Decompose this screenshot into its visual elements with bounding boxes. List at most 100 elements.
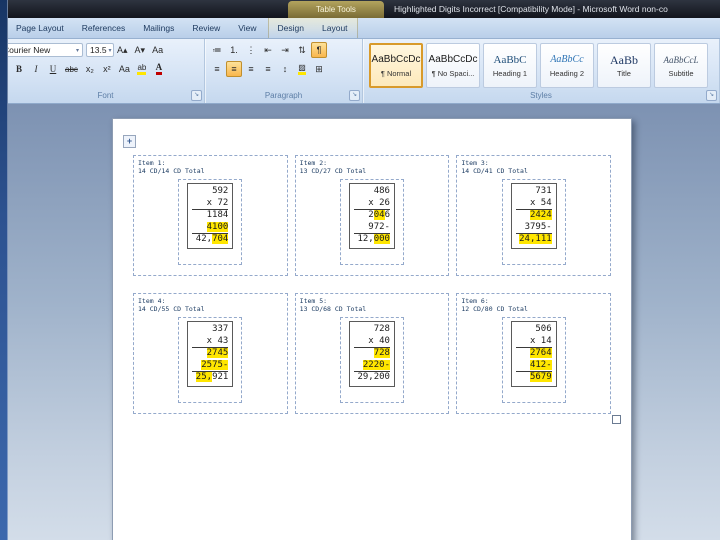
justify-button[interactable]: ≡ (260, 61, 276, 77)
highlighted-digits: 412- (529, 359, 552, 370)
subscript-button[interactable]: x₂ (82, 61, 98, 77)
worksheet-cell-2[interactable]: Item 2: 13 CD/27 CD Total 486 x 26 2046 972- 1… (294, 155, 450, 276)
tab-page-layout[interactable]: Page Layout (7, 18, 73, 38)
digits: 592 (212, 186, 229, 196)
problem-line: 2424 (516, 210, 552, 222)
align-left-button[interactable]: ≡ (209, 61, 225, 77)
sort-icon: ⇅ (298, 44, 306, 55)
window-title: Highlighted Digits Incorrect [Compatibil… (394, 4, 668, 14)
problem-line: 412- (515, 359, 552, 372)
italic-button[interactable]: I (28, 61, 44, 77)
change-case-button[interactable]: Aa (116, 61, 133, 77)
align-right-button[interactable]: ≡ (243, 61, 259, 77)
table-move-handle-icon[interactable]: + (123, 135, 136, 148)
multilevel-list-button[interactable]: ⋮ (243, 42, 259, 58)
problem-line: 24,111 (516, 234, 552, 246)
worksheet-cell-5[interactable]: Item 5: 13 CD/68 CD Total 728 x 40 728 2220- 2… (294, 293, 450, 414)
text-highlight-color-button[interactable]: ab (134, 61, 150, 77)
multiplication-problem[interactable]: 731 x 54 2424 3795- 24,111 (510, 183, 557, 249)
style-normal[interactable]: AaBbCcDc ¶ Normal (369, 43, 423, 88)
digits: 337 (212, 324, 229, 334)
tab-review[interactable]: Review (183, 18, 229, 38)
grow-font-button[interactable]: A▴ (114, 42, 131, 58)
worksheet-cell-4[interactable]: Item 4: 14 CD/55 CD Total 337 x 43 2745 2575-… (133, 293, 288, 414)
underline-button[interactable]: U (45, 61, 61, 77)
item-label: Item 3: (461, 159, 489, 167)
tab-view[interactable]: View (229, 18, 265, 38)
sort-button[interactable]: ⇅ (294, 42, 310, 58)
style-name: Subtitle (668, 68, 694, 78)
item-subtitle: 14 CD/55 CD Total (138, 305, 205, 313)
style-no-spaci[interactable]: AaBbCcDc ¶ No Spaci... (426, 43, 480, 88)
tab-design[interactable]: Design (269, 18, 313, 38)
worksheet-cell-3[interactable]: Item 3: 14 CD/41 CD Total 731 x 54 2424 3795-… (456, 155, 611, 276)
bold-button[interactable]: B (11, 61, 27, 77)
problem-line: x 43 (192, 335, 229, 348)
worksheet-cell-6[interactable]: Item 6: 12 CD/80 CD Total 506 x 14 2764 412- 5… (456, 293, 611, 414)
highlighted-digits: 2220- (362, 359, 390, 370)
worksheet-cell-1[interactable]: Item 1: 14 CD/14 CD Total 592 x 72 1184 4100 4… (133, 155, 288, 276)
borders-button[interactable]: ⊞ (311, 61, 327, 77)
style-name: Heading 1 (492, 68, 528, 78)
style-heading-1[interactable]: AaBbC Heading 1 (483, 43, 537, 88)
multiplication-problem[interactable]: 592 x 72 1184 4100 42,704 (187, 183, 234, 249)
clear-formatting-button[interactable]: Aa (149, 42, 166, 58)
shading-button[interactable]: ▨ (294, 61, 310, 77)
tab-mailings[interactable]: Mailings (134, 18, 183, 38)
font-size-combo[interactable]: 13.5 ▾ (86, 43, 114, 57)
digits: 728 (373, 324, 390, 334)
show-formatting-marks-button[interactable]: ¶ (311, 42, 327, 58)
digits: x 43 (206, 335, 229, 346)
decrease-indent-button[interactable]: ⇤ (260, 42, 276, 58)
superscript-button[interactable]: x² (99, 61, 115, 77)
table-tools-tab-group: Design Layout (267, 18, 358, 38)
document-area[interactable]: + Item 1: 14 CD/14 CD Total 592 x 72 1184 410… (0, 104, 720, 540)
font-dialog-launcher-icon[interactable]: ↘ (191, 90, 202, 101)
multiplication-problem[interactable]: 728 x 40 728 2220- 29,200 (348, 321, 395, 387)
increase-indent-button[interactable]: ⇥ (277, 42, 293, 58)
problem-frame: 337 x 43 2745 2575- 25,921 (178, 317, 243, 403)
underline-icon: U (49, 64, 57, 74)
highlighted-digits: 704 (212, 234, 229, 244)
tab-references[interactable]: References (73, 18, 134, 38)
word-window: Table Tools Highlighted Digits Incorrect… (0, 0, 720, 540)
document-page[interactable]: + Item 1: 14 CD/14 CD Total 592 x 72 1184 410… (112, 118, 632, 540)
align-center-button[interactable]: ≡ (226, 61, 242, 77)
problem-frame: 506 x 14 2764 412- 5679 (501, 317, 566, 403)
multiplication-problem[interactable]: 337 x 43 2745 2575- 25,921 (187, 321, 234, 387)
problem-frame: 731 x 54 2424 3795- 24,111 (501, 179, 566, 265)
bullets-button[interactable]: ≔ (209, 42, 225, 58)
italic-icon: I (34, 64, 38, 74)
ribbon: Courier New ▾ 13.5 ▾ A▴ A▾ Aa B I U abc (0, 39, 720, 104)
table-resize-handle[interactable] (612, 415, 621, 424)
style-heading-2[interactable]: AaBbCc Heading 2 (540, 43, 594, 88)
pilcrow-icon: ¶ (316, 45, 322, 55)
multiplication-problem[interactable]: 506 x 14 2764 412- 5679 (510, 321, 557, 387)
styles-group: AaBbCcDc ¶ Normal AaBbCcDc ¶ No Spaci... AaB… (363, 39, 720, 103)
tab-layout[interactable]: Layout (313, 18, 357, 38)
problem-line: x 72 (192, 197, 229, 210)
font-color-button[interactable]: A (151, 61, 167, 77)
highlighted-digits: 728 (373, 348, 390, 358)
font-name-combo[interactable]: Courier New ▾ (7, 43, 83, 57)
digits: x 26 (368, 197, 390, 208)
problem-line: 2745 (192, 348, 229, 360)
item-label: Item 2: (299, 159, 328, 167)
multiplication-problem[interactable]: 486 x 26 2046 972- 12,000 (348, 183, 395, 249)
paragraph-dialog-launcher-icon[interactable]: ↘ (349, 90, 360, 101)
styles-dialog-launcher-icon[interactable]: ↘ (706, 90, 717, 101)
shrink-font-icon: A▾ (134, 44, 146, 55)
problem-line: 29,200 (354, 372, 390, 384)
style-preview: AaBbCcL (663, 54, 699, 65)
problem-line: 731 (516, 186, 551, 198)
line-spacing-button[interactable]: ↕ (277, 61, 293, 77)
style-title[interactable]: AaBb Title (597, 43, 651, 88)
shrink-font-button[interactable]: A▾ (132, 42, 149, 58)
numbering-button[interactable]: 1. (226, 42, 242, 58)
item-subtitle: 13 CD/68 CD Total (299, 305, 367, 313)
digits: 972- (368, 221, 390, 232)
style-subtitle[interactable]: AaBbCcL Subtitle (654, 43, 708, 88)
strikethrough-button[interactable]: abc (62, 61, 81, 77)
digits: x 72 (206, 197, 229, 208)
chevron-down-icon: ▾ (108, 47, 112, 54)
